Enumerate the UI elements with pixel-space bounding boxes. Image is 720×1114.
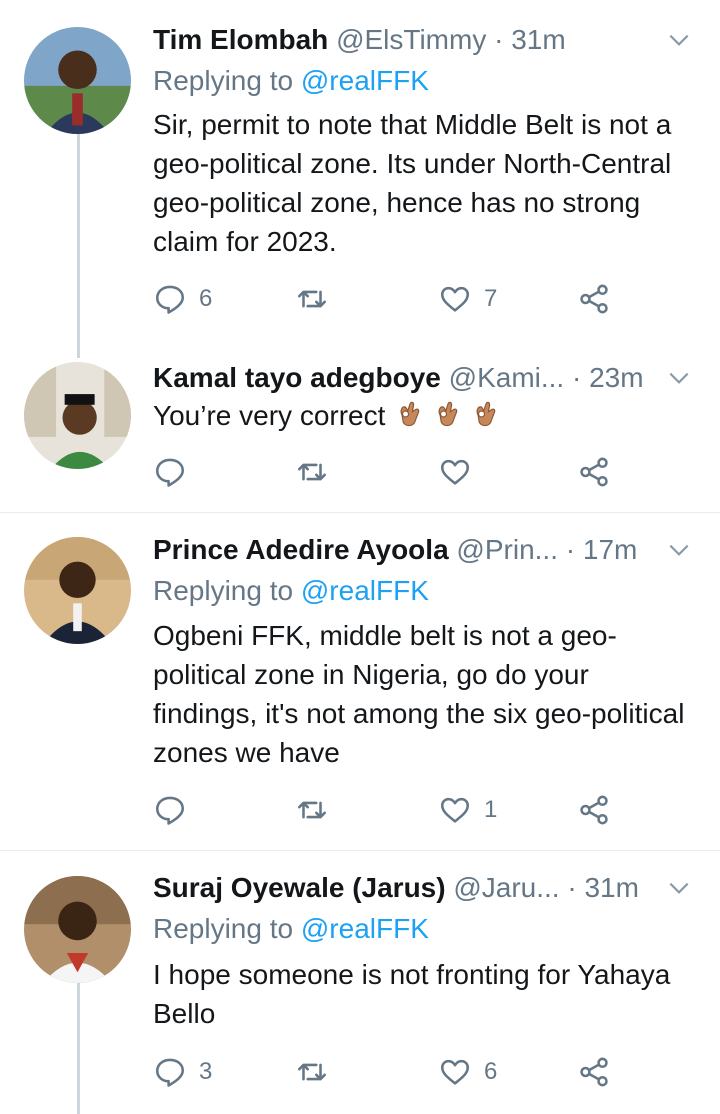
chevron-down-icon[interactable] — [666, 868, 692, 908]
chevron-down-icon[interactable] — [666, 358, 692, 398]
replying-to: Replying to @realFFK — [153, 62, 429, 100]
user-handle[interactable]: @ElsTimmy — [336, 24, 486, 55]
retweet-icon — [297, 801, 327, 819]
chevron-down-icon[interactable] — [666, 20, 692, 60]
replying-to-label: Replying to — [153, 65, 301, 96]
replying-to: Replying to @realFFK — [153, 572, 429, 610]
ok-hand-emoji — [400, 401, 420, 427]
timestamp[interactable]: 31m — [511, 24, 565, 55]
avatar[interactable] — [24, 362, 131, 469]
retweet-icon — [297, 290, 327, 308]
like-count: 1 — [484, 796, 498, 823]
retweet-icon — [297, 463, 327, 481]
timestamp[interactable]: 31m — [584, 872, 638, 903]
like-button[interactable]: 7 — [438, 279, 497, 319]
like-button[interactable]: 1 — [438, 790, 497, 830]
reply-button[interactable] — [153, 790, 199, 830]
tweet-text: Sir, permit to note that Middle Belt is … — [153, 109, 672, 257]
avatar[interactable] — [24, 537, 131, 644]
timestamp[interactable]: 23m — [589, 362, 643, 393]
tweet-actions — [153, 452, 623, 492]
display-name[interactable]: Suraj Oyewale (Jarus) — [153, 872, 446, 903]
reply-button[interactable]: 6 — [153, 279, 212, 319]
user-handle[interactable]: @Prin... — [456, 534, 558, 565]
reply-icon — [155, 1058, 185, 1087]
display-name[interactable]: Tim Elombah — [153, 24, 328, 55]
display-name[interactable]: Prince Adedire Ayoola — [153, 534, 449, 565]
tweet-text-row: You’re very correct — [153, 396, 698, 435]
tweet[interactable]: Suraj Oyewale (Jarus) @Jaru... · 31m Rep… — [0, 851, 720, 1114]
separator-dot: · — [565, 534, 576, 565]
reply-count: 3 — [199, 1058, 213, 1085]
share-icon — [580, 457, 608, 487]
mention-link[interactable]: @realFFK — [301, 913, 429, 944]
tweet-actions: 3 6 — [153, 1052, 623, 1092]
mention-link[interactable]: @realFFK — [301, 65, 429, 96]
reply-icon — [155, 285, 185, 314]
retweet-icon — [297, 1063, 327, 1081]
separator-dot: · — [494, 24, 504, 55]
avatar[interactable] — [24, 876, 131, 983]
share-button[interactable] — [577, 1052, 611, 1092]
like-icon — [440, 1059, 470, 1085]
tweet[interactable]: Prince Adedire Ayoola @Prin... · 17m Rep… — [0, 513, 720, 850]
reply-button[interactable]: 3 — [153, 1052, 212, 1092]
mention-link[interactable]: @realFFK — [301, 575, 429, 606]
timestamp[interactable]: 17m — [583, 534, 637, 565]
tweet-text: I hope someone is not fronting for Yahay… — [153, 959, 671, 1029]
tweet-actions: 1 — [153, 790, 623, 830]
chevron-down-icon[interactable] — [666, 530, 692, 570]
share-button[interactable] — [577, 790, 611, 830]
display-name[interactable]: Kamal tayo adegboye — [153, 362, 441, 393]
like-button[interactable] — [438, 452, 484, 492]
tweet-actions: 6 7 — [153, 279, 623, 319]
retweet-button[interactable] — [295, 1052, 341, 1092]
reply-button[interactable] — [153, 452, 199, 492]
separator-dot: · — [567, 872, 577, 903]
retweet-button[interactable] — [295, 452, 341, 492]
like-icon — [440, 459, 470, 485]
like-count: 6 — [484, 1058, 498, 1085]
replying-to-label: Replying to — [153, 913, 301, 944]
avatar[interactable] — [24, 27, 131, 134]
like-icon — [440, 797, 470, 823]
tweet[interactable]: Tim Elombah @ElsTimmy · 31m Replying to … — [0, 0, 720, 350]
retweet-button[interactable] — [295, 279, 341, 319]
user-handle[interactable]: @Jaru... — [453, 872, 559, 903]
share-icon — [580, 284, 608, 314]
retweet-button[interactable] — [295, 790, 341, 830]
user-handle[interactable]: @Kami... — [449, 362, 565, 393]
reply-icon — [155, 458, 185, 487]
tweet-text: Ogbeni FFK, middle belt is not a geo-pol… — [153, 620, 685, 768]
tweet-text: You’re very correct — [153, 400, 386, 431]
replying-to-label: Replying to — [153, 575, 301, 606]
reply-icon — [155, 796, 185, 825]
separator-dot: · — [572, 362, 582, 393]
replying-to: Replying to @realFFK — [153, 910, 429, 948]
reply-count: 6 — [199, 285, 213, 312]
tweet[interactable]: Kamal tayo adegboye @Kami... · 23m You’r… — [0, 350, 720, 512]
like-count: 7 — [484, 285, 498, 312]
like-button[interactable]: 6 — [438, 1052, 497, 1092]
share-button[interactable] — [577, 279, 611, 319]
ok-hand-emoji — [438, 401, 458, 427]
like-icon — [440, 286, 470, 312]
share-icon — [580, 1057, 608, 1087]
share-icon — [580, 795, 608, 825]
ok-hand-emoji — [476, 401, 496, 427]
share-button[interactable] — [577, 452, 611, 492]
